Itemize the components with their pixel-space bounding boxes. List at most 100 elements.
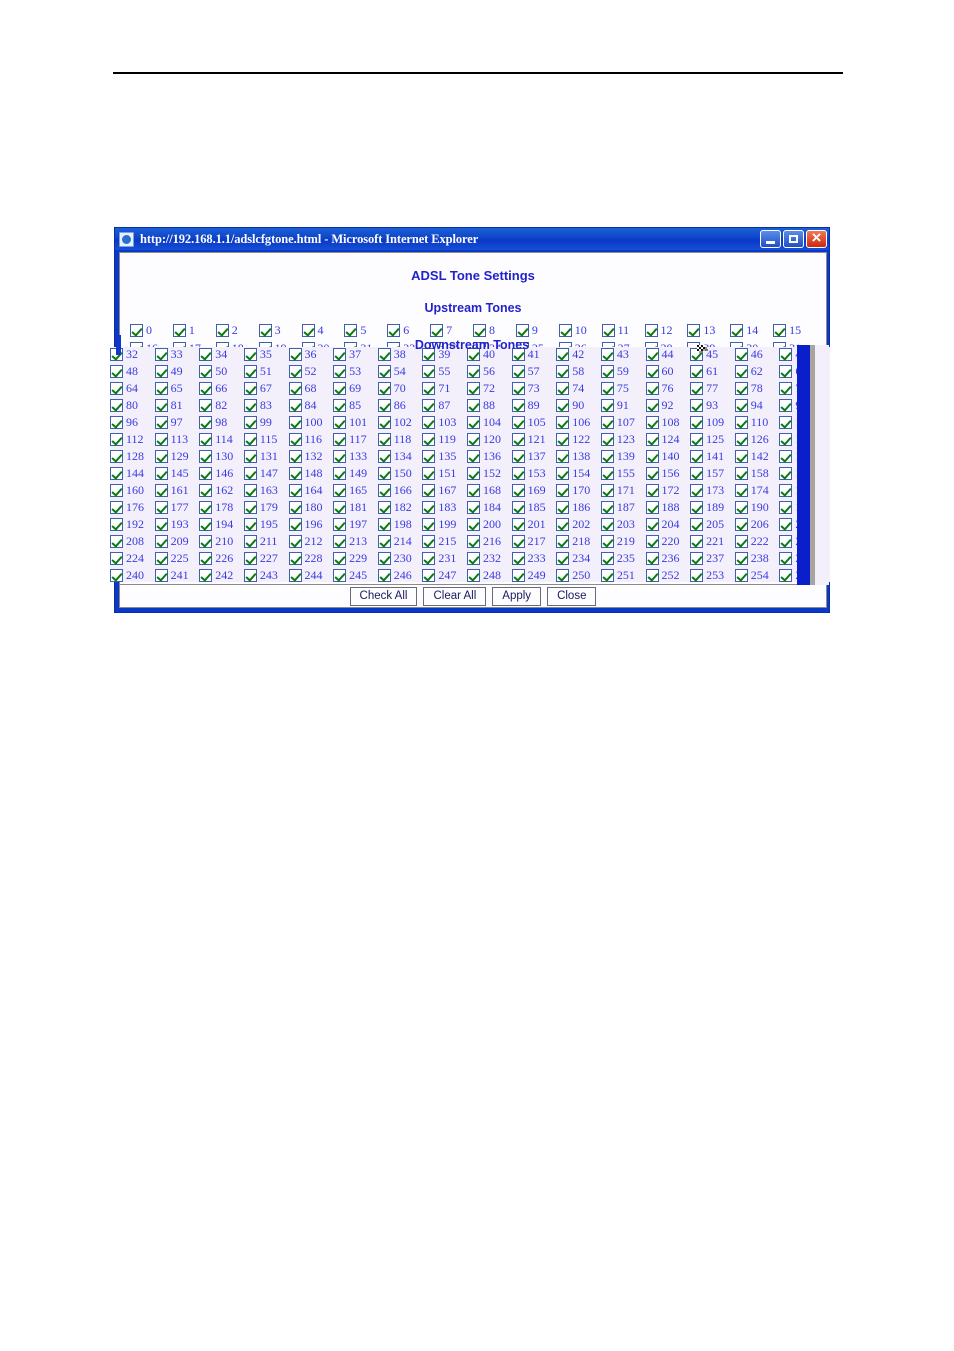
- downstream-tone-checkbox[interactable]: [690, 518, 704, 531]
- downstream-tone-checkbox[interactable]: [110, 535, 123, 548]
- downstream-tone-checkbox[interactable]: [556, 501, 570, 514]
- downstream-tone-checkbox[interactable]: [333, 552, 347, 565]
- downstream-tone-checkbox[interactable]: [154, 399, 168, 412]
- upstream-tone-cell[interactable]: 5: [344, 323, 387, 338]
- downstream-tone-cell[interactable]: 245: [333, 568, 378, 582]
- downstream-tone-cell[interactable]: 212: [288, 534, 334, 549]
- downstream-tone-cell[interactable]: 220: [645, 534, 691, 549]
- upstream-tone-cell[interactable]: 12: [644, 323, 688, 338]
- downstream-tone-checkbox[interactable]: [377, 450, 391, 463]
- downstream-tone-checkbox[interactable]: [600, 535, 614, 548]
- downstream-tone-checkbox[interactable]: [110, 552, 123, 565]
- downstream-tone-cell[interactable]: 103: [422, 415, 467, 430]
- downstream-tone-cell[interactable]: 49: [154, 364, 200, 379]
- upstream-tone-cell[interactable]: 15: [773, 323, 816, 338]
- upstream-tone-cell[interactable]: 6: [387, 323, 430, 338]
- downstream-tone-cell[interactable]: 138: [556, 449, 601, 464]
- downstream-tone-checkbox[interactable]: [199, 518, 213, 531]
- downstream-tone-cell[interactable]: 67: [243, 381, 289, 396]
- downstream-tone-cell[interactable]: 253: [690, 568, 735, 582]
- downstream-tone-checkbox[interactable]: [734, 450, 748, 463]
- downstream-tone-checkbox[interactable]: [199, 399, 213, 412]
- downstream-tone-checkbox[interactable]: [645, 484, 659, 497]
- upstream-tone-cell[interactable]: 10: [558, 323, 602, 338]
- downstream-tone-checkbox[interactable]: [467, 433, 480, 446]
- downstream-tone-checkbox[interactable]: [422, 467, 436, 480]
- downstream-tone-checkbox[interactable]: [467, 382, 480, 395]
- maximize-button[interactable]: [783, 230, 804, 248]
- downstream-tone-cell[interactable]: 205: [690, 517, 735, 532]
- downstream-tone-checkbox[interactable]: [154, 450, 168, 463]
- downstream-tone-checkbox[interactable]: [243, 518, 257, 531]
- downstream-tone-cell[interactable]: 169: [511, 483, 557, 498]
- downstream-tone-cell[interactable]: 61: [690, 364, 735, 379]
- downstream-tone-cell[interactable]: 58: [556, 364, 601, 379]
- downstream-tone-checkbox[interactable]: [734, 467, 748, 480]
- downstream-tone-checkbox[interactable]: [690, 433, 704, 446]
- downstream-tone-cell[interactable]: 147: [243, 466, 289, 481]
- downstream-tone-cell[interactable]: 54: [377, 364, 423, 379]
- downstream-tone-cell[interactable]: 165: [333, 483, 378, 498]
- downstream-tone-cell[interactable]: 148: [288, 466, 334, 481]
- downstream-tone-checkbox[interactable]: [467, 399, 480, 412]
- downstream-tone-cell[interactable]: 243: [243, 568, 289, 582]
- downstream-tone-checkbox[interactable]: [511, 450, 525, 463]
- downstream-tone-checkbox[interactable]: [690, 467, 704, 480]
- downstream-tone-cell[interactable]: 137: [511, 449, 557, 464]
- downstream-tone-checkbox[interactable]: [556, 433, 570, 446]
- downstream-tone-cell[interactable]: 85: [333, 398, 378, 413]
- downstream-tone-cell[interactable]: 171: [600, 483, 646, 498]
- close-window-button[interactable]: [806, 228, 827, 248]
- downstream-tone-cell[interactable]: 128: [110, 449, 155, 464]
- downstream-tone-cell[interactable]: 53: [333, 364, 378, 379]
- downstream-tone-cell[interactable]: 168: [467, 483, 512, 498]
- downstream-tone-checkbox[interactable]: [779, 535, 793, 548]
- downstream-tone-cell[interactable]: 129: [154, 449, 200, 464]
- downstream-tone-checkbox[interactable]: [377, 467, 391, 480]
- downstream-tone-checkbox[interactable]: [110, 416, 123, 429]
- downstream-tone-checkbox[interactable]: [154, 365, 168, 378]
- upstream-tone-checkbox[interactable]: [344, 324, 358, 337]
- downstream-tone-checkbox[interactable]: [511, 467, 525, 480]
- downstream-tone-checkbox[interactable]: [333, 535, 347, 548]
- downstream-tone-checkbox[interactable]: [333, 416, 347, 429]
- downstream-tone-cell[interactable]: 183: [422, 500, 467, 515]
- downstream-tone-checkbox[interactable]: [645, 535, 659, 548]
- downstream-tone-cell[interactable]: 230: [377, 551, 423, 566]
- downstream-tone-cell[interactable]: 174: [734, 483, 780, 498]
- downstream-tone-cell[interactable]: 116: [288, 432, 334, 447]
- downstream-tone-cell[interactable]: 141: [690, 449, 735, 464]
- downstream-tone-checkbox[interactable]: [645, 365, 659, 378]
- downstream-tone-checkbox[interactable]: [600, 484, 614, 497]
- downstream-tone-cell[interactable]: 135: [422, 449, 467, 464]
- downstream-tone-checkbox[interactable]: [377, 501, 391, 514]
- downstream-tone-checkbox[interactable]: [110, 467, 123, 480]
- downstream-tone-checkbox[interactable]: [199, 484, 213, 497]
- downstream-tone-checkbox[interactable]: [154, 484, 168, 497]
- upstream-tone-cell[interactable]: 9: [515, 323, 559, 338]
- downstream-tone-cell[interactable]: 248: [467, 568, 512, 582]
- downstream-tone-cell[interactable]: 69: [333, 381, 378, 396]
- downstream-tone-checkbox[interactable]: [288, 399, 302, 412]
- downstream-tone-checkbox[interactable]: [422, 501, 436, 514]
- downstream-tone-cell[interactable]: 197: [333, 517, 378, 532]
- downstream-tone-cell[interactable]: 120: [467, 432, 512, 447]
- downstream-tone-cell[interactable]: 164: [288, 483, 334, 498]
- downstream-tone-checkbox[interactable]: [243, 416, 257, 429]
- downstream-tone-checkbox[interactable]: [779, 569, 793, 582]
- downstream-tone-checkbox[interactable]: [600, 365, 614, 378]
- downstream-tone-checkbox[interactable]: [154, 552, 168, 565]
- downstream-tone-checkbox[interactable]: [288, 433, 302, 446]
- downstream-tone-checkbox[interactable]: [288, 518, 302, 531]
- downstream-tone-checkbox[interactable]: [243, 484, 257, 497]
- downstream-tone-cell[interactable]: 134: [377, 449, 423, 464]
- downstream-tone-checkbox[interactable]: [110, 365, 123, 378]
- downstream-tone-checkbox[interactable]: [288, 501, 302, 514]
- downstream-tone-checkbox[interactable]: [243, 501, 257, 514]
- downstream-tone-checkbox[interactable]: [467, 450, 480, 463]
- downstream-tone-cell[interactable]: 117: [333, 432, 378, 447]
- downstream-tone-cell[interactable]: 177: [154, 500, 200, 515]
- downstream-tone-cell[interactable]: 139: [600, 449, 646, 464]
- downstream-tone-cell[interactable]: 109: [690, 415, 735, 430]
- downstream-tone-cell[interactable]: 76: [645, 381, 691, 396]
